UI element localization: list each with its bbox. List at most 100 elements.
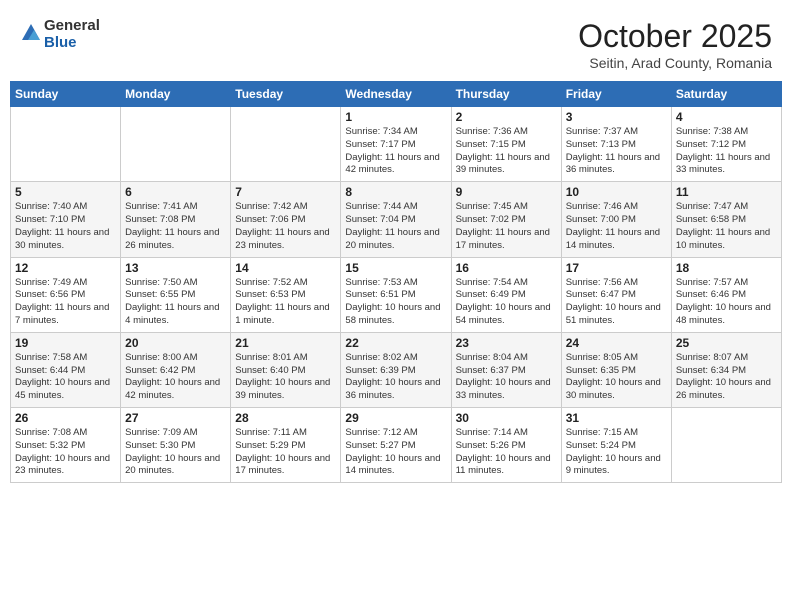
day-info: Sunrise: 7:46 AMSunset: 7:00 PMDaylight:… bbox=[566, 201, 667, 252]
column-header-monday: Monday bbox=[121, 82, 231, 107]
column-header-wednesday: Wednesday bbox=[341, 82, 451, 107]
day-info: Sunrise: 7:49 AMSunset: 6:56 PMDaylight:… bbox=[15, 277, 116, 328]
day-info: Sunrise: 7:09 AMSunset: 5:30 PMDaylight:… bbox=[125, 427, 226, 478]
day-number: 5 bbox=[15, 185, 116, 199]
location-text: Seitin, Arad County, Romania bbox=[578, 55, 772, 71]
day-info: Sunrise: 7:54 AMSunset: 6:49 PMDaylight:… bbox=[456, 277, 557, 328]
day-info: Sunrise: 7:38 AMSunset: 7:12 PMDaylight:… bbox=[676, 126, 777, 177]
calendar-cell: 5 Sunrise: 7:40 AMSunset: 7:10 PMDaylight… bbox=[11, 182, 121, 257]
column-header-thursday: Thursday bbox=[451, 82, 561, 107]
day-info: Sunrise: 7:57 AMSunset: 6:46 PMDaylight:… bbox=[676, 277, 777, 328]
calendar-cell: 25 Sunrise: 8:07 AMSunset: 6:34 PMDayligh… bbox=[671, 332, 781, 407]
day-number: 29 bbox=[345, 411, 446, 425]
day-info: Sunrise: 7:08 AMSunset: 5:32 PMDaylight:… bbox=[15, 427, 116, 478]
day-info: Sunrise: 8:07 AMSunset: 6:34 PMDaylight:… bbox=[676, 352, 777, 403]
day-number: 12 bbox=[15, 261, 116, 275]
day-number: 7 bbox=[235, 185, 336, 199]
day-number: 31 bbox=[566, 411, 667, 425]
month-title: October 2025 bbox=[578, 18, 772, 55]
day-number: 16 bbox=[456, 261, 557, 275]
day-info: Sunrise: 7:15 AMSunset: 5:24 PMDaylight:… bbox=[566, 427, 667, 478]
day-info: Sunrise: 7:40 AMSunset: 7:10 PMDaylight:… bbox=[15, 201, 116, 252]
calendar-cell: 16 Sunrise: 7:54 AMSunset: 6:49 PMDayligh… bbox=[451, 257, 561, 332]
title-block: October 2025 Seitin, Arad County, Romani… bbox=[578, 18, 772, 71]
calendar-cell: 20Sunrise: 8:00 AMSunset: 6:42 PMDayligh… bbox=[121, 332, 231, 407]
calendar-cell: 12 Sunrise: 7:49 AMSunset: 6:56 PMDayligh… bbox=[11, 257, 121, 332]
calendar-week-row: 12 Sunrise: 7:49 AMSunset: 6:56 PMDayligh… bbox=[11, 257, 782, 332]
calendar-cell: 21 Sunrise: 8:01 AMSunset: 6:40 PMDayligh… bbox=[231, 332, 341, 407]
day-info: Sunrise: 8:04 AMSunset: 6:37 PMDaylight:… bbox=[456, 352, 557, 403]
day-info: Sunrise: 7:45 AMSunset: 7:02 PMDaylight:… bbox=[456, 201, 557, 252]
day-info: Sunrise: 7:14 AMSunset: 5:26 PMDaylight:… bbox=[456, 427, 557, 478]
calendar-cell bbox=[671, 408, 781, 483]
calendar-cell: 8Sunrise: 7:44 AMSunset: 7:04 PMDaylight… bbox=[341, 182, 451, 257]
calendar-cell: 3Sunrise: 7:37 AMSunset: 7:13 PMDaylight… bbox=[561, 107, 671, 182]
calendar-header-row: SundayMondayTuesdayWednesdayThursdayFrid… bbox=[11, 82, 782, 107]
day-info: Sunrise: 7:36 AMSunset: 7:15 PMDaylight:… bbox=[456, 126, 557, 177]
day-number: 17 bbox=[566, 261, 667, 275]
calendar-cell: 28Sunrise: 7:11 AMSunset: 5:29 PMDayligh… bbox=[231, 408, 341, 483]
day-info: Sunrise: 7:56 AMSunset: 6:47 PMDaylight:… bbox=[566, 277, 667, 328]
day-info: Sunrise: 7:37 AMSunset: 7:13 PMDaylight:… bbox=[566, 126, 667, 177]
calendar-week-row: 26 Sunrise: 7:08 AMSunset: 5:32 PMDayligh… bbox=[11, 408, 782, 483]
day-number: 27 bbox=[125, 411, 226, 425]
calendar-cell: 10 Sunrise: 7:46 AMSunset: 7:00 PMDayligh… bbox=[561, 182, 671, 257]
calendar-cell: 29 Sunrise: 7:12 AMSunset: 5:27 PMDayligh… bbox=[341, 408, 451, 483]
column-header-tuesday: Tuesday bbox=[231, 82, 341, 107]
day-number: 4 bbox=[676, 110, 777, 124]
page-header: General Blue October 2025 Seitin, Arad C… bbox=[10, 10, 782, 77]
day-number: 26 bbox=[15, 411, 116, 425]
calendar-cell: 31 Sunrise: 7:15 AMSunset: 5:24 PMDayligh… bbox=[561, 408, 671, 483]
calendar-cell: 30 Sunrise: 7:14 AMSunset: 5:26 PMDayligh… bbox=[451, 408, 561, 483]
day-info: Sunrise: 7:52 AMSunset: 6:53 PMDaylight:… bbox=[235, 277, 336, 328]
column-header-sunday: Sunday bbox=[11, 82, 121, 107]
day-number: 18 bbox=[676, 261, 777, 275]
calendar-cell: 2Sunrise: 7:36 AMSunset: 7:15 PMDaylight… bbox=[451, 107, 561, 182]
column-header-saturday: Saturday bbox=[671, 82, 781, 107]
calendar-cell: 9 Sunrise: 7:45 AMSunset: 7:02 PMDaylight… bbox=[451, 182, 561, 257]
day-info: Sunrise: 8:00 AMSunset: 6:42 PMDaylight:… bbox=[125, 352, 226, 403]
logo-icon bbox=[20, 22, 42, 44]
day-info: Sunrise: 7:53 AMSunset: 6:51 PMDaylight:… bbox=[345, 277, 446, 328]
calendar-cell: 7Sunrise: 7:42 AMSunset: 7:06 PMDaylight… bbox=[231, 182, 341, 257]
day-info: Sunrise: 8:01 AMSunset: 6:40 PMDaylight:… bbox=[235, 352, 336, 403]
calendar-cell: 1Sunrise: 7:34 AMSunset: 7:17 PMDaylight… bbox=[341, 107, 451, 182]
day-number: 10 bbox=[566, 185, 667, 199]
calendar-cell: 23 Sunrise: 8:04 AMSunset: 6:37 PMDayligh… bbox=[451, 332, 561, 407]
day-number: 11 bbox=[676, 185, 777, 199]
day-number: 1 bbox=[345, 110, 446, 124]
calendar-table: SundayMondayTuesdayWednesdayThursdayFrid… bbox=[10, 81, 782, 483]
calendar-week-row: 1Sunrise: 7:34 AMSunset: 7:17 PMDaylight… bbox=[11, 107, 782, 182]
day-number: 21 bbox=[235, 336, 336, 350]
day-number: 8 bbox=[345, 185, 446, 199]
day-info: Sunrise: 7:58 AMSunset: 6:44 PMDaylight:… bbox=[15, 352, 116, 403]
column-header-friday: Friday bbox=[561, 82, 671, 107]
calendar-cell bbox=[231, 107, 341, 182]
logo-blue-text: Blue bbox=[44, 35, 100, 52]
calendar-cell: 17 Sunrise: 7:56 AMSunset: 6:47 PMDayligh… bbox=[561, 257, 671, 332]
calendar-cell: 27 Sunrise: 7:09 AMSunset: 5:30 PMDayligh… bbox=[121, 408, 231, 483]
day-number: 23 bbox=[456, 336, 557, 350]
calendar-week-row: 5 Sunrise: 7:40 AMSunset: 7:10 PMDaylight… bbox=[11, 182, 782, 257]
calendar-cell: 11Sunrise: 7:47 AMSunset: 6:58 PMDayligh… bbox=[671, 182, 781, 257]
day-info: Sunrise: 7:12 AMSunset: 5:27 PMDaylight:… bbox=[345, 427, 446, 478]
day-info: Sunrise: 7:50 AMSunset: 6:55 PMDaylight:… bbox=[125, 277, 226, 328]
calendar-cell: 15 Sunrise: 7:53 AMSunset: 6:51 PMDayligh… bbox=[341, 257, 451, 332]
calendar-cell: 22 Sunrise: 8:02 AMSunset: 6:39 PMDayligh… bbox=[341, 332, 451, 407]
calendar-cell: 4 Sunrise: 7:38 AMSunset: 7:12 PMDaylight… bbox=[671, 107, 781, 182]
day-info: Sunrise: 8:02 AMSunset: 6:39 PMDaylight:… bbox=[345, 352, 446, 403]
calendar-cell: 18 Sunrise: 7:57 AMSunset: 6:46 PMDayligh… bbox=[671, 257, 781, 332]
day-number: 30 bbox=[456, 411, 557, 425]
day-number: 15 bbox=[345, 261, 446, 275]
calendar-cell: 19 Sunrise: 7:58 AMSunset: 6:44 PMDayligh… bbox=[11, 332, 121, 407]
day-number: 9 bbox=[456, 185, 557, 199]
logo: General Blue bbox=[20, 18, 100, 51]
day-number: 14 bbox=[235, 261, 336, 275]
day-number: 19 bbox=[15, 336, 116, 350]
day-info: Sunrise: 7:41 AMSunset: 7:08 PMDaylight:… bbox=[125, 201, 226, 252]
day-number: 22 bbox=[345, 336, 446, 350]
calendar-cell: 13Sunrise: 7:50 AMSunset: 6:55 PMDayligh… bbox=[121, 257, 231, 332]
calendar-cell bbox=[11, 107, 121, 182]
day-number: 25 bbox=[676, 336, 777, 350]
day-number: 6 bbox=[125, 185, 226, 199]
